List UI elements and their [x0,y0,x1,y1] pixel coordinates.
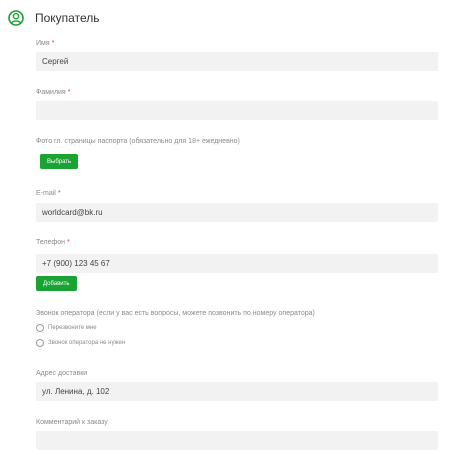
buyer-header: Покупатель [8,9,99,27]
name-value: Сергей [42,57,69,66]
page-title: Покупатель [35,11,100,25]
add-phone-button[interactable]: Добавить [36,276,77,291]
name-label: Имя * [36,40,55,47]
address-value: ул. Ленина, д. 102 [42,387,110,396]
comment-label: Комментарий к заказу [36,419,108,426]
comment-field[interactable] [36,431,438,450]
user-avatar-icon [8,10,24,26]
name-field[interactable]: Сергей [36,52,438,71]
address-field[interactable]: ул. Ленина, д. 102 [36,382,438,401]
address-label: Адрес доставки [36,370,88,377]
radio-icon [36,339,44,347]
phone-label: Телефон * [36,239,70,246]
surname-field[interactable] [36,101,438,120]
choose-file-button[interactable]: Выбрать [40,154,79,169]
email-field[interactable]: worldcard@bk.ru [36,203,438,222]
phone-field[interactable]: +7 (900) 123 45 67 [36,254,438,273]
radio-icon [36,324,44,332]
phone-value: +7 (900) 123 45 67 [42,259,110,268]
surname-label: Фамилия * [36,89,71,96]
email-value: worldcard@bk.ru [42,208,103,217]
operator-call-label: Звонок оператора (если у вас есть вопрос… [36,310,315,317]
email-label: E-mail * [36,190,61,197]
operator-option-no-call[interactable]: Звонок оператора не нужен [36,339,125,347]
operator-option-call-me[interactable]: Перезвоните мне [36,324,97,332]
passport-label: Фото гл. страницы паспорта (обязательно … [36,138,240,145]
